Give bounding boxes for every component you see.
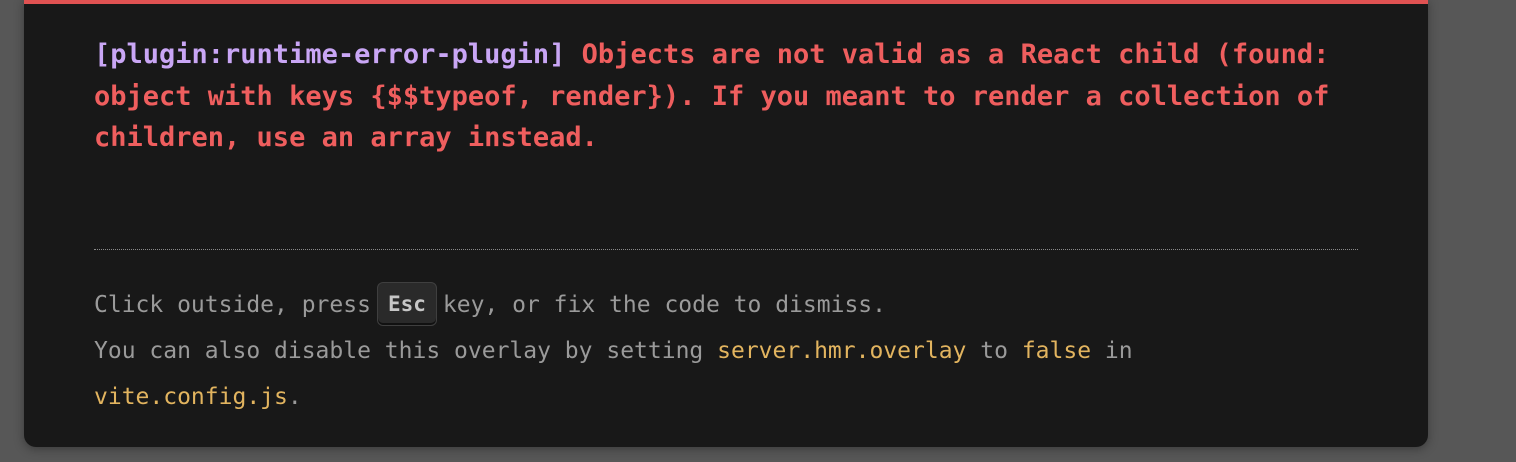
error-message: [plugin:runtime-error-plugin] Objects ar…	[94, 34, 1344, 159]
setting-name-code: server.hmr.overlay	[717, 338, 967, 364]
plugin-name: [plugin:runtime-error-plugin]	[94, 39, 566, 70]
tip-line-3: vite.config.js.	[94, 374, 1354, 420]
tip-text: Click outside, press	[94, 292, 371, 318]
tip-text: .	[287, 384, 302, 410]
setting-value-code: false	[1021, 338, 1092, 364]
tip-text: You can also disable this overlay by set…	[94, 338, 704, 364]
error-overlay: [plugin:runtime-error-plugin] Objects ar…	[24, 0, 1428, 447]
config-file-code: vite.config.js	[94, 384, 288, 410]
tip-text: key, or fix the code to dismiss.	[442, 292, 886, 318]
esc-key[interactable]: Esc	[376, 281, 437, 326]
tip-text: to	[980, 338, 1008, 364]
tip-text: in	[1104, 338, 1133, 364]
tip-line-2: You can also disable this overlay by set…	[94, 328, 1354, 374]
divider	[94, 249, 1358, 250]
tip-line-1: Click outside, press Esc key, or fix the c…	[94, 281, 1354, 328]
dismiss-tip: Click outside, press Esc key, or fix the c…	[94, 281, 1354, 420]
